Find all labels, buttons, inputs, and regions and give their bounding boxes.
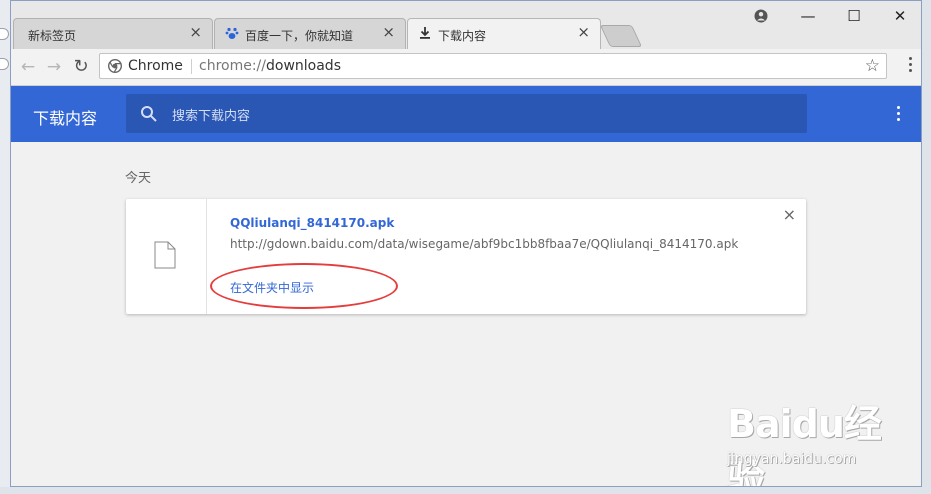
watermark-url: jingyan.baidu.com bbox=[727, 451, 857, 467]
file-icon-area bbox=[126, 199, 207, 314]
chrome-menu-icon[interactable] bbox=[907, 57, 913, 77]
close-window-button[interactable]: ✕ bbox=[889, 6, 911, 26]
new-tab-button[interactable] bbox=[599, 25, 643, 47]
search-placeholder: 搜索下载内容 bbox=[172, 109, 251, 124]
tab-title: 百度一下，你就知道 bbox=[245, 29, 354, 43]
date-heading: 今天 bbox=[125, 171, 152, 186]
tab-downloads[interactable]: 下载内容 × bbox=[407, 18, 601, 49]
search-icon bbox=[141, 106, 157, 122]
reload-button[interactable]: ↻ bbox=[70, 56, 92, 78]
desktop-edge-icon bbox=[0, 58, 9, 70]
tab-close-icon[interactable]: × bbox=[577, 25, 590, 40]
minimize-button[interactable]: — bbox=[797, 6, 819, 26]
bookmark-star-icon[interactable]: ☆ bbox=[865, 56, 880, 76]
downloads-header: 下载内容 搜索下载内容 bbox=[11, 86, 921, 142]
address-bar[interactable]: Chrome chrome://downloads ☆ bbox=[99, 53, 887, 79]
tab-close-icon[interactable]: × bbox=[189, 25, 202, 40]
tab-close-icon[interactable]: × bbox=[382, 25, 395, 40]
file-source-url[interactable]: http://gdown.baidu.com/data/wisegame/abf… bbox=[230, 237, 738, 251]
forward-button[interactable]: → bbox=[43, 56, 65, 78]
watermark-logo: Baidu经验 bbox=[727, 402, 882, 487]
back-button[interactable]: ← bbox=[17, 56, 39, 78]
maximize-button[interactable]: ☐ bbox=[843, 6, 865, 26]
tab-title: 下载内容 bbox=[438, 29, 487, 43]
search-input[interactable]: 搜索下载内容 bbox=[126, 94, 807, 133]
page-title: 下载内容 bbox=[33, 109, 98, 128]
file-name-link[interactable]: QQliulanqi_8414170.apk bbox=[230, 216, 394, 230]
baidu-paw-icon bbox=[225, 27, 239, 39]
url-scheme: chrome:// bbox=[199, 58, 266, 74]
toolbar: ← → ↻ Chrome chrome://downloads ☆ bbox=[11, 49, 921, 86]
chrome-icon bbox=[108, 59, 122, 73]
file-icon bbox=[154, 241, 176, 269]
download-icon bbox=[420, 27, 430, 39]
url-path: downloads bbox=[266, 58, 341, 74]
desktop-bottom-strip bbox=[0, 487, 931, 494]
profile-icon[interactable] bbox=[754, 9, 768, 23]
omnibox-divider bbox=[191, 59, 192, 74]
more-actions-icon[interactable] bbox=[895, 106, 901, 124]
desktop-edge-icon bbox=[0, 28, 9, 40]
tab-new-tab[interactable]: 新标签页 × bbox=[13, 18, 213, 49]
site-chip: Chrome bbox=[128, 58, 183, 74]
remove-download-icon[interactable]: × bbox=[783, 207, 796, 223]
browser-window: 新标签页 × 百度一下，你就知道 × 下载内容 × — ☐ ✕ ← → ↻ Ch… bbox=[10, 0, 922, 487]
baidu-jingyan-watermark: Baidu经验 jingyan.baidu.com bbox=[727, 393, 917, 486]
tab-baidu[interactable]: 百度一下，你就知道 × bbox=[214, 18, 406, 49]
tab-title: 新标签页 bbox=[28, 29, 77, 43]
highlight-ellipse bbox=[210, 263, 398, 309]
title-bar: 新标签页 × 百度一下，你就知道 × 下载内容 × — ☐ ✕ bbox=[11, 1, 921, 49]
url-text[interactable]: chrome://downloads bbox=[199, 58, 341, 74]
